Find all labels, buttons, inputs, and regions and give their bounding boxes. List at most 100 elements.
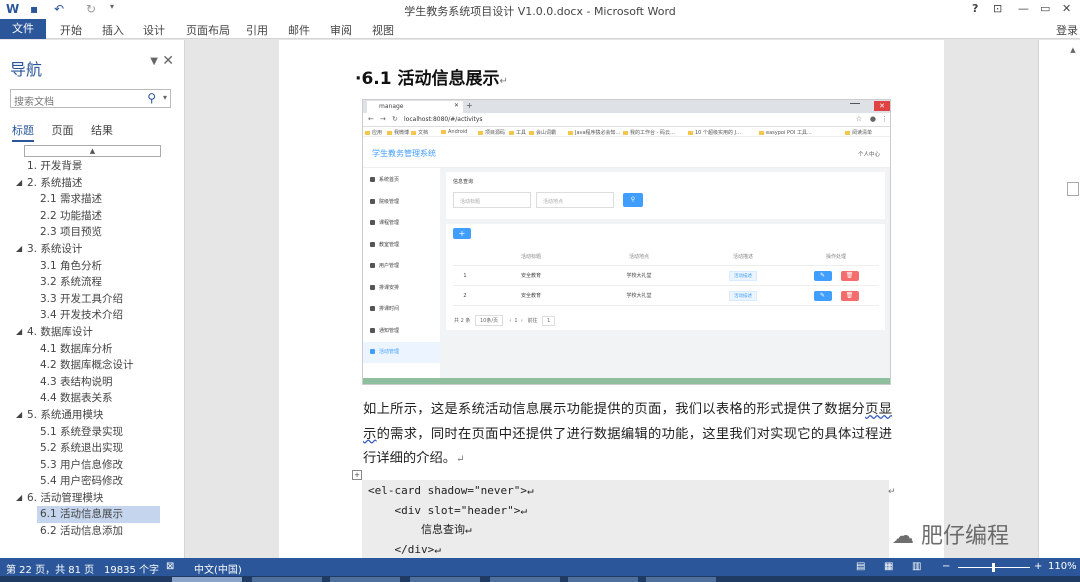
vertical-scrollbar[interactable]: ▲ [1038, 40, 1080, 558]
nav-subheading-item[interactable]: 6.1 活动信息展示 [0, 506, 184, 524]
app-menu-item: 教室管理 [363, 235, 440, 256]
nav-heading-item[interactable]: ◢ 5. 系统通用模块 [0, 407, 184, 424]
web-layout-icon[interactable]: ▥ [912, 561, 921, 572]
tab-references[interactable]: 引用 [246, 22, 268, 38]
chevron-down-icon[interactable]: ▾ [163, 93, 167, 102]
nav-subheading-item[interactable]: 4.3 表结构说明 [0, 374, 184, 391]
tab-review[interactable]: 审阅 [330, 22, 352, 38]
nav-subheading-item[interactable]: 3.2 系统流程 [0, 274, 184, 291]
proofing-icon[interactable]: ⊠ [166, 561, 174, 572]
taskbar-item[interactable] [410, 577, 480, 582]
login-link[interactable]: 登录 [1056, 22, 1078, 38]
nav-close-icon[interactable]: ✕ [162, 53, 174, 69]
ribbon-options-icon[interactable]: ⊡ [993, 2, 1002, 15]
tab-insert[interactable]: 插入 [102, 22, 124, 38]
expand-triangle-icon[interactable]: ◢ [16, 490, 22, 507]
nav-item-label: 4.2 数据库概念设计 [40, 359, 134, 372]
menu-icon [370, 284, 375, 290]
tab-view[interactable]: 视图 [372, 22, 394, 38]
nav-subheading-item[interactable]: 4.1 数据库分析 [0, 341, 184, 358]
nav-item-label: 4. 数据库设计 [27, 325, 93, 338]
title-bar: W ▪ ↶ ↻ ▾ 学生教务系统项目设计 V1.0.0.docx - Micro… [0, 0, 1080, 19]
tab-design[interactable]: 设计 [143, 22, 165, 38]
nav-item-label: 3.2 系统流程 [40, 276, 103, 289]
nav-subheading-item[interactable]: 2.1 需求描述 [0, 191, 184, 208]
menu-icon [370, 177, 375, 182]
app-main: 信息查询 活动标题 活动地点 ⚲ + 活动标题 活动地点 活动描述 操作处理 1 安全教育… [440, 168, 890, 378]
nav-subheading-item[interactable]: 4.4 数据表关系 [0, 390, 184, 407]
nav-options-icon[interactable]: ▼ [150, 56, 158, 67]
scroll-up-arrow-icon[interactable]: ▲ [1067, 46, 1079, 60]
page-count[interactable]: 第 22 页，共 81 页 [6, 561, 94, 576]
bookmark-item: 10 个超级实用的 J… [688, 129, 741, 136]
nav-subheading-item[interactable]: 5.3 用户信息修改 [0, 457, 184, 474]
nav-subheading-item[interactable]: 3.4 开发技术介绍 [0, 307, 184, 324]
nav-heading-item[interactable]: ◢ 3. 系统设计 [0, 241, 184, 258]
taskbar-item[interactable] [172, 577, 242, 582]
zoom-slider-thumb[interactable] [992, 563, 995, 572]
nav-subheading-item[interactable]: 4.2 数据库概念设计 [0, 357, 184, 374]
search-input[interactable]: 搜索文档 ⚲ ▾ [10, 89, 171, 108]
taskbar-item[interactable] [646, 577, 716, 582]
tab-results[interactable]: 结果 [91, 122, 113, 138]
print-layout-icon[interactable]: ▦ [884, 561, 893, 572]
read-mode-icon[interactable]: ▤ [856, 561, 865, 572]
expand-triangle-icon[interactable]: ◢ [16, 407, 22, 424]
nav-subheading-item[interactable]: 2.2 功能描述 [0, 208, 184, 225]
nav-subheading-item[interactable]: 5.1 系统登录实现 [0, 424, 184, 441]
nav-subheading-item[interactable]: 5.4 用户密码修改 [0, 473, 184, 490]
language[interactable]: 中文(中国) [194, 561, 242, 576]
expand-triangle-icon[interactable]: ◢ [16, 241, 22, 258]
browser-window-controls: ✕ [850, 101, 890, 111]
nav-heading-item[interactable]: 1. 开发背景 [0, 158, 184, 175]
query-search-icon: ⚲ [623, 193, 643, 207]
status-bar: 第 22 页，共 81 页 19835 个字 ⊠ 中文(中国) ▤ ▦ ▥ − … [0, 558, 1080, 576]
zoom-out-icon[interactable]: − [942, 561, 950, 572]
nav-subheading-item[interactable]: 3.3 开发工具介绍 [0, 291, 184, 308]
zoom-in-icon[interactable]: + [1034, 561, 1042, 572]
taskbar-item[interactable] [568, 577, 638, 582]
nav-subheading-item[interactable]: 6.2 活动信息添加 [0, 523, 184, 540]
nav-item-label: 2.3 项目预览 [40, 226, 103, 239]
watermark: ☁ 肥仔编程 [892, 524, 1010, 549]
tab-headings[interactable]: 标题 [12, 122, 34, 142]
nav-subheading-item[interactable]: 2.3 项目预览 [0, 224, 184, 241]
table-row: 1 安全教育 学校大礼堂 活动描述 ✎ 🗑 [453, 266, 879, 286]
nav-heading-item[interactable]: ◢ 4. 数据库设计 [0, 324, 184, 341]
search-icon[interactable]: ⚲ [147, 91, 156, 105]
taskbar-item[interactable] [490, 577, 560, 582]
edit-icon: ✎ [813, 290, 832, 301]
zoom-level[interactable]: 110% [1048, 561, 1077, 572]
tab-pages[interactable]: 页面 [52, 122, 74, 138]
app-header: 学生教务管理系统 个人中心 [363, 138, 890, 168]
tab-home[interactable]: 开始 [60, 22, 82, 38]
restore-button[interactable]: ▭ [1040, 2, 1050, 15]
scroll-thumb[interactable] [1067, 182, 1079, 196]
expand-triangle-icon[interactable]: ◢ [16, 175, 22, 192]
tab-mailings[interactable]: 邮件 [288, 22, 310, 38]
scroll-up-button[interactable]: ▲ [24, 145, 161, 157]
table-cell: 活动描述 [732, 254, 753, 260]
app-menu-item: 系统首页 [363, 170, 440, 191]
close-button[interactable]: ✕ [1062, 2, 1071, 15]
delete-icon: 🗑 [840, 290, 859, 301]
taskbar-item[interactable] [252, 577, 322, 582]
nav-heading-item[interactable]: ◢ 6. 活动管理模块 [0, 490, 184, 507]
table-move-handle-icon[interactable]: + [352, 470, 362, 480]
table-cell: 安全教育 [520, 273, 541, 279]
nav-subheading-item[interactable]: 5.2 系统退出实现 [0, 440, 184, 457]
expand-triangle-icon[interactable]: ◢ [16, 324, 22, 341]
tab-file[interactable]: 文件 [0, 19, 46, 39]
taskbar-item[interactable] [330, 577, 400, 582]
tab-layout[interactable]: 页面布局 [186, 22, 230, 38]
minimize-button[interactable]: — [1018, 2, 1029, 15]
body-paragraph: 如上所示，这是系统活动信息展示功能提供的页面，我们以表格的形式提供了数据分页显示… [363, 402, 893, 466]
nav-subheading-item[interactable]: 3.1 角色分析 [0, 258, 184, 275]
help-button[interactable]: ? [972, 2, 978, 15]
nav-item-label: 2.1 需求描述 [40, 193, 103, 206]
app-title: 学生教务管理系统 [372, 149, 436, 158]
table-header-row: 活动标题 活动地点 活动描述 操作处理 [453, 248, 879, 266]
bookmark-item: Android [441, 129, 467, 135]
nav-heading-item[interactable]: ◢ 2. 系统描述 [0, 175, 184, 192]
word-count[interactable]: 19835 个字 [104, 561, 159, 576]
